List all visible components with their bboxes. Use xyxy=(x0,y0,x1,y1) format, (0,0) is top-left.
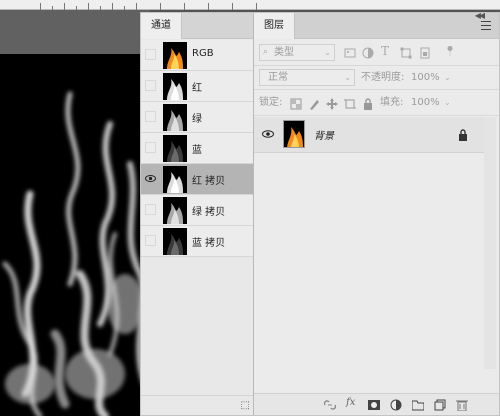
channels-panel: 通道 RGB 红 绿 蓝 红 拷贝 绿 拷贝 蓝 拷贝 ⬚ xyxy=(140,12,255,416)
channel-thumbnail xyxy=(163,104,187,131)
channel-row-green-copy[interactable]: 绿 拷贝 xyxy=(141,195,254,226)
visibility-toggle[interactable] xyxy=(145,80,156,91)
visibility-toggle[interactable] xyxy=(145,142,156,153)
channel-row-red-copy[interactable]: 红 拷贝 xyxy=(141,164,254,195)
smart-object-filter-icon[interactable] xyxy=(419,47,431,59)
eye-icon xyxy=(145,175,156,182)
lock-row: 锁定: 填充: 100% ⌄ xyxy=(254,90,499,116)
layer-row-background[interactable]: 背景 xyxy=(254,117,484,153)
channel-thumbnail xyxy=(163,42,187,69)
lock-label: 锁定: xyxy=(259,97,283,108)
filter-kind-select[interactable]: ⌕ 类型 ⌄ xyxy=(259,44,335,61)
channel-label: 红 拷贝 xyxy=(192,176,226,187)
lock-transparent-icon[interactable] xyxy=(290,98,302,110)
channel-row-blue[interactable]: 蓝 xyxy=(141,133,254,164)
lock-all-icon[interactable] xyxy=(362,98,374,110)
opacity-input[interactable]: 100% xyxy=(411,69,440,86)
lock-icon xyxy=(459,129,467,141)
channel-row-green[interactable]: 绿 xyxy=(141,102,254,133)
layers-footer: fx xyxy=(254,393,499,415)
channel-label: 红 xyxy=(192,83,202,94)
chevron-down-icon[interactable]: ⌄ xyxy=(444,69,451,86)
channel-row-red[interactable]: 红 xyxy=(141,71,254,102)
layer-name[interactable]: 背景 xyxy=(314,127,334,142)
visibility-toggle[interactable] xyxy=(145,49,156,60)
visibility-toggle[interactable] xyxy=(145,173,156,184)
channel-thumbnail xyxy=(163,135,187,162)
canvas-image-flames[interactable] xyxy=(0,54,150,416)
fill-input[interactable]: 100% xyxy=(411,94,440,111)
trash-icon[interactable] xyxy=(456,399,468,411)
channels-footer: ⬚ xyxy=(141,395,254,415)
mask-icon[interactable] xyxy=(368,399,380,411)
channel-thumbnail xyxy=(163,228,187,255)
collapse-panels-icon[interactable]: ◀◀ xyxy=(475,13,485,20)
search-icon: ⌕ xyxy=(263,47,269,57)
visibility-toggle[interactable] xyxy=(145,235,156,246)
channel-label: 蓝 拷贝 xyxy=(192,238,226,249)
channel-label: 绿 xyxy=(192,114,202,125)
adjustment-filter-icon[interactable] xyxy=(362,47,374,59)
layers-panel: 图层 ◀◀ ⌕ 类型 ⌄ T 正常 ⌄ 不透明度: 100% ⌄ 锁定: 填充:… xyxy=(253,12,500,416)
channel-label: 蓝 xyxy=(192,145,202,156)
chevron-down-icon: ⌄ xyxy=(324,48,331,57)
visibility-toggle[interactable] xyxy=(145,204,156,215)
fx-icon[interactable]: fx xyxy=(346,397,358,409)
channel-row-rgb[interactable]: RGB xyxy=(141,40,254,71)
folder-icon[interactable] xyxy=(412,399,424,411)
lock-pixels-icon[interactable] xyxy=(308,98,320,110)
lock-artboard-icon[interactable] xyxy=(344,98,356,110)
filter-kind-label: 类型 xyxy=(274,47,294,58)
layers-tabbar: 图层 ◀◀ xyxy=(254,13,499,39)
tab-channels[interactable]: 通道 xyxy=(141,13,182,39)
filter-toggle-icon[interactable] xyxy=(444,45,456,57)
eye-icon[interactable] xyxy=(262,129,274,139)
chevron-down-icon[interactable]: ⌄ xyxy=(444,94,451,111)
tab-layers[interactable]: 图层 xyxy=(254,13,295,39)
channel-label: 绿 拷贝 xyxy=(192,207,226,218)
horizontal-ruler xyxy=(0,0,500,10)
adjustment-icon[interactable] xyxy=(390,399,402,411)
layers-scrollbar[interactable] xyxy=(484,117,496,369)
selection-icon[interactable]: ⬚ xyxy=(241,400,250,411)
shape-filter-icon[interactable] xyxy=(400,47,412,59)
new-layer-icon[interactable] xyxy=(434,399,446,411)
lock-position-icon[interactable] xyxy=(326,98,338,110)
layer-thumbnail xyxy=(283,120,305,148)
channel-label: RGB xyxy=(192,48,214,59)
channel-thumbnail xyxy=(163,73,187,100)
layer-filter-row: ⌕ 类型 ⌄ T xyxy=(254,40,499,66)
fill-label: 填充: xyxy=(380,97,404,108)
image-filter-icon[interactable] xyxy=(344,47,356,59)
blend-row: 正常 ⌄ 不透明度: 100% ⌄ xyxy=(254,66,499,90)
chevron-down-icon: ⌄ xyxy=(344,73,351,82)
opacity-label: 不透明度: xyxy=(361,72,405,83)
blend-mode-select[interactable]: 正常 ⌄ xyxy=(259,69,355,86)
channel-row-blue-copy[interactable]: 蓝 拷贝 xyxy=(141,226,254,257)
channel-thumbnail xyxy=(163,197,187,224)
blend-mode-value: 正常 xyxy=(268,72,288,83)
channels-tabbar: 通道 xyxy=(141,13,254,39)
type-filter-icon[interactable]: T xyxy=(381,44,393,58)
channel-thumbnail xyxy=(163,166,187,193)
panel-menu-icon[interactable] xyxy=(481,21,491,30)
visibility-toggle[interactable] xyxy=(145,111,156,122)
link-icon[interactable] xyxy=(324,399,336,411)
